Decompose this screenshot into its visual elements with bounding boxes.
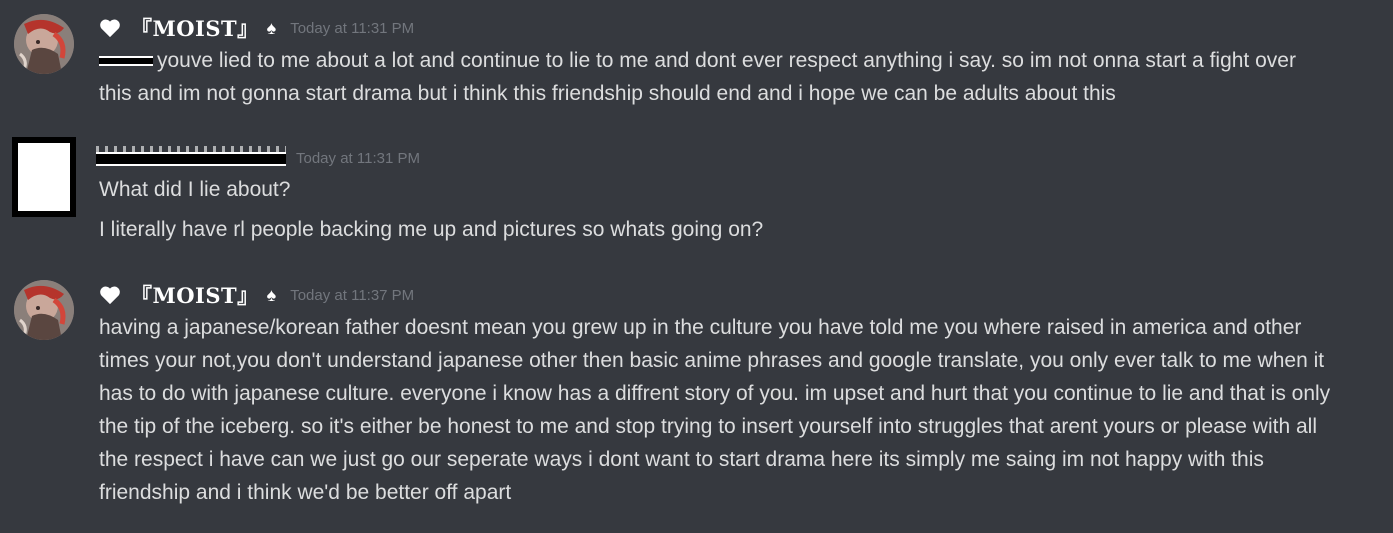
message-text: having a japanese/korean father doesnt m… (99, 316, 1331, 504)
user-avatar[interactable] (14, 280, 74, 340)
redacted-username (96, 146, 286, 166)
message-text: youve lied to me about a lot and continu… (99, 44, 1333, 110)
username[interactable]: 『MOIST』 (131, 280, 259, 310)
timestamp: Today at 11:31 PM (290, 19, 415, 37)
user-avatar[interactable] (14, 14, 74, 74)
chat-messages: 『MOIST』 ♠ Today at 11:31 PM youve lied t… (0, 0, 1393, 533)
message-text: I literally have rl people backing me up… (99, 218, 764, 241)
message-header: Today at 11:31 PM (296, 143, 420, 173)
user-avatar[interactable] (12, 137, 76, 217)
heart-icon (99, 18, 121, 38)
avatar-art-icon (14, 280, 74, 340)
spade-icon: ♠ (266, 284, 277, 305)
timestamp: Today at 11:37 PM (290, 286, 415, 304)
message-header: 『MOIST』 ♠ Today at 11:37 PM (99, 280, 414, 310)
timestamp: Today at 11:31 PM (296, 149, 420, 167)
heart-icon (99, 285, 121, 305)
message-header: 『MOIST』 ♠ Today at 11:31 PM (99, 13, 414, 43)
message-text: What did I lie about? (99, 178, 291, 201)
message-body: youve lied to me about a lot and continu… (99, 49, 1296, 105)
spade-icon: ♠ (266, 17, 277, 38)
redacted-mention (99, 56, 153, 67)
username[interactable]: 『MOIST』 (131, 13, 259, 43)
avatar-art-icon (14, 14, 74, 74)
